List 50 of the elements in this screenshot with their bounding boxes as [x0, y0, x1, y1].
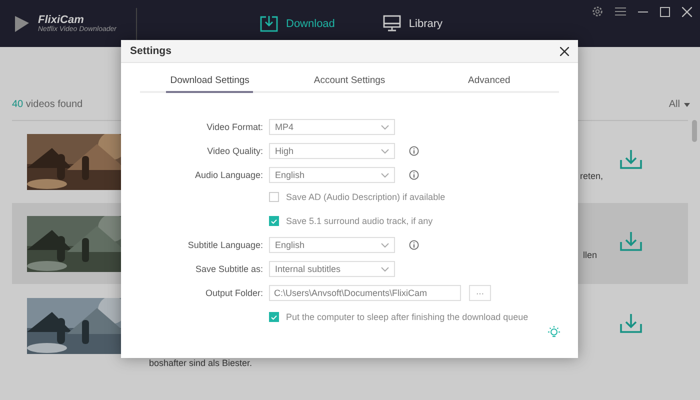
- dropdown[interactable]: High: [269, 143, 395, 159]
- close-button[interactable]: [560, 46, 569, 56]
- settings-icon[interactable]: [592, 6, 603, 17]
- menu-icon[interactable]: [615, 7, 626, 16]
- caret-icon[interactable]: [684, 102, 690, 106]
- checkbox[interactable]: [269, 312, 279, 322]
- app-name: FlixiCam: [38, 14, 84, 26]
- video-description: llen: [583, 250, 598, 260]
- close-icon: [560, 46, 569, 56]
- field-label: Save Subtitle as:: [194, 264, 263, 274]
- folder-path-field[interactable]: C:\Users\Anvsoft\Documents\FlixiCam: [269, 285, 461, 301]
- nav-tab[interactable]: Library: [382, 15, 443, 32]
- dropdown[interactable]: English: [269, 167, 395, 183]
- play-logo-icon: [14, 14, 30, 32]
- chevron-icon: [381, 124, 389, 130]
- info-icon[interactable]: [409, 170, 419, 180]
- video-description: boshafter sind als Biester.: [149, 358, 252, 368]
- checkbox-label: Save AD (Audio Description) if available: [286, 192, 446, 202]
- settings-tab[interactable]: Download Settings: [166, 75, 254, 93]
- chevron-icon: [381, 242, 389, 248]
- chevron-icon: [381, 148, 389, 154]
- results-count: 40 videos found: [12, 99, 83, 110]
- monitor-icon: [382, 15, 401, 32]
- video-description: reten,: [580, 171, 604, 181]
- browse-button[interactable]: ···: [469, 285, 491, 301]
- dropdown[interactable]: English: [269, 237, 395, 253]
- dropdown[interactable]: MP4: [269, 119, 395, 135]
- info-icon[interactable]: [409, 240, 419, 250]
- field-label: Subtitle Language:: [186, 240, 263, 250]
- dropdown[interactable]: Internal subtitles: [269, 261, 395, 277]
- checkbox-label: Put the computer to sleep after finishing the download queue: [286, 312, 528, 322]
- filter-dropdown[interactable]: All: [668, 99, 680, 110]
- field-label: Audio Language:: [194, 170, 263, 180]
- download-icon: [260, 15, 278, 32]
- scrollbar[interactable]: [692, 120, 697, 142]
- field-label: Video Format:: [206, 122, 263, 132]
- close-icon[interactable]: [682, 6, 692, 16]
- info-icon[interactable]: [409, 146, 419, 156]
- chevron-icon: [381, 172, 389, 178]
- chevron-icon: [381, 266, 389, 272]
- settings-tab[interactable]: Advanced: [464, 75, 514, 93]
- field-label: Output Folder:: [204, 288, 263, 298]
- dialog-title: Settings: [130, 45, 172, 57]
- settings-tab[interactable]: Account Settings: [310, 75, 390, 93]
- checkbox-label: Save 5.1 surround audio track, if any: [286, 216, 433, 226]
- nav-tab[interactable]: Download: [260, 15, 335, 32]
- checkbox[interactable]: [269, 216, 279, 226]
- checkbox[interactable]: [269, 192, 279, 202]
- field-label: Video Quality:: [206, 146, 263, 156]
- maximize-icon[interactable]: [660, 6, 670, 16]
